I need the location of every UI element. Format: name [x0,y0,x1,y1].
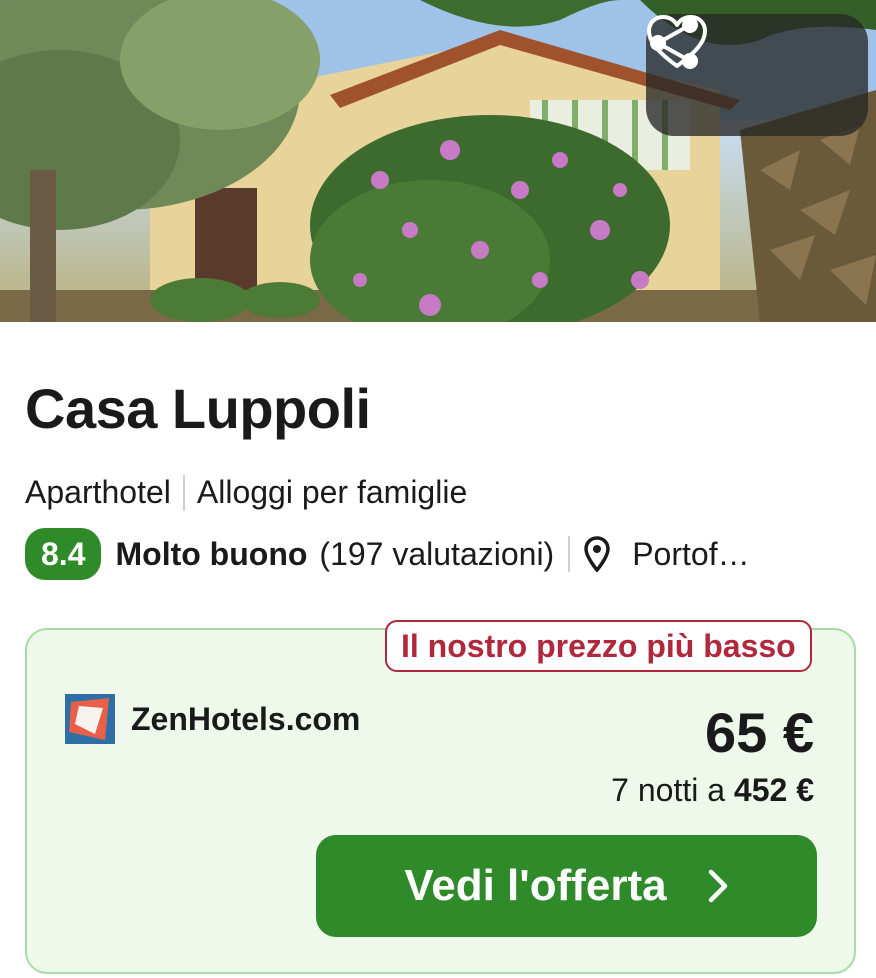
property-type-family: Alloggi per famiglie [196,474,468,510]
total-prefix: 7 notti a [611,772,726,808]
property-types: Aparthotel Alloggi per famiglie [25,474,467,511]
favorite-button[interactable] [647,15,844,111]
map-pin-icon [584,536,610,572]
rating-row: 8.4 Molto buono (197 valutazioni) Portof… [25,528,855,580]
hotel-name: Casa Luppoli [25,377,371,440]
zenhotels-logo-icon [65,694,115,744]
property-type-aparthotel: Aparthotel [25,474,171,510]
review-score-label: Molto buono [115,535,308,572]
price-per-night: 65 € [705,701,814,764]
photo-actions [646,14,868,136]
total-price: 452 € [733,772,814,808]
location-link[interactable]: Portof… [584,535,750,573]
review-count[interactable]: (197 valutazioni) [319,536,554,573]
divider [568,536,571,572]
lowest-price-badge: Il nostro prezzo più basso [385,620,812,672]
view-offer-button[interactable]: Vedi l'offerta [316,835,817,937]
provider-name: ZenHotels.com [131,700,361,737]
review-score-badge: 8.4 [25,528,102,580]
view-offer-label: Vedi l'offerta [404,861,667,910]
total-price-line: 7 notti a 452 € [611,772,814,809]
location-text: Portof… [632,535,750,572]
provider: ZenHotels.com [65,694,360,744]
heart-outline-icon [647,15,707,68]
chevron-right-icon [707,868,729,904]
hotel-photo[interactable] [0,0,876,322]
divider [182,474,185,511]
